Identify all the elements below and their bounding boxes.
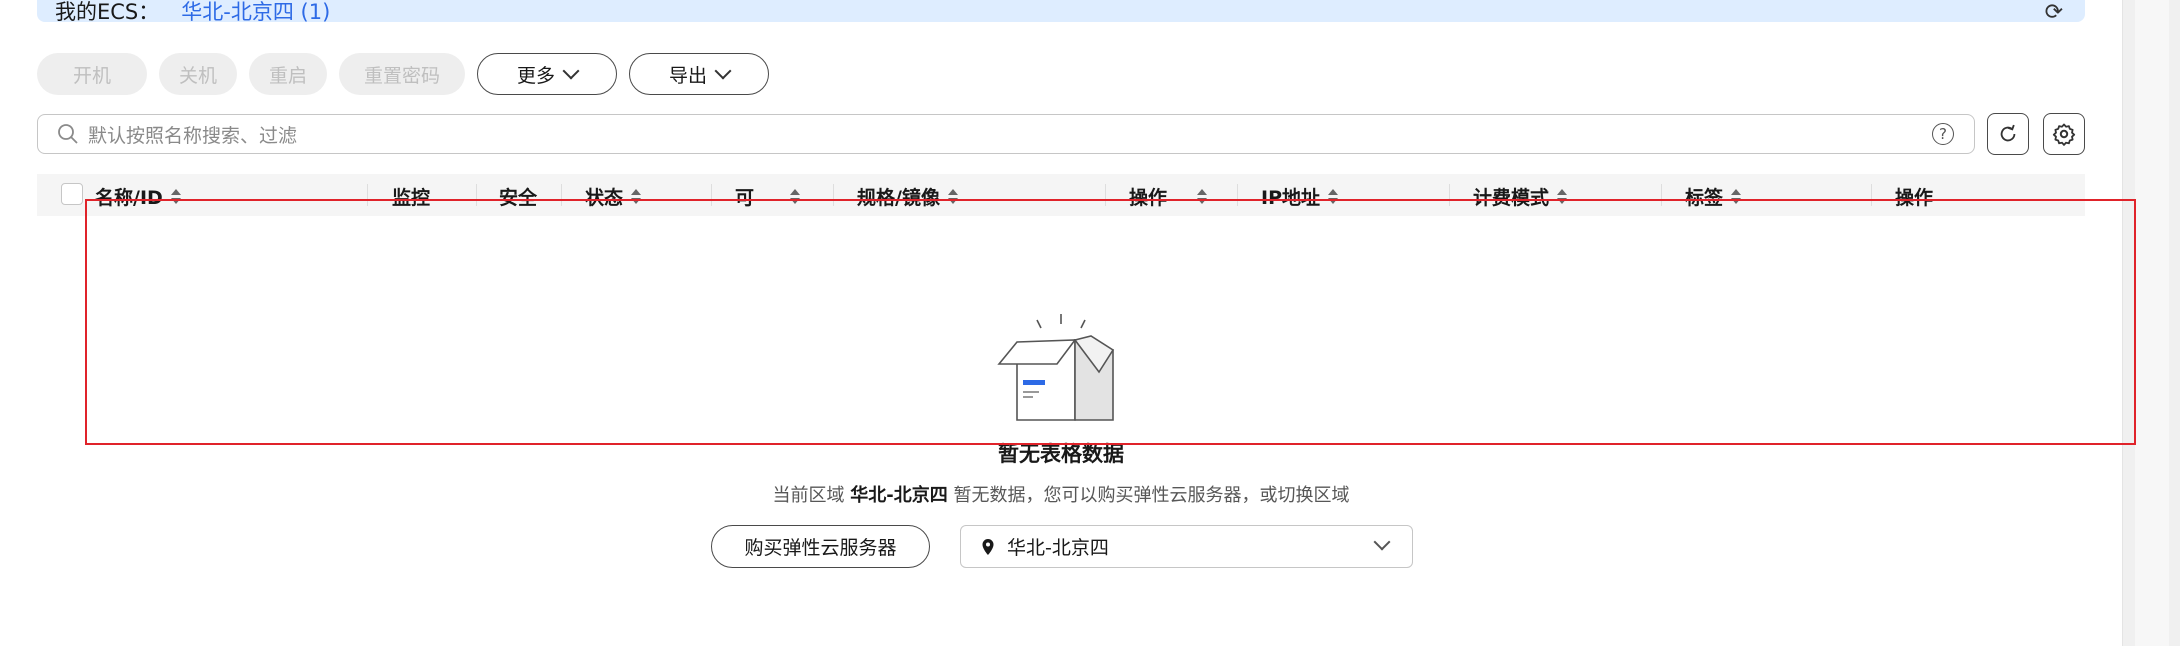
restart-label: 重启 [268,64,307,87]
more-label: 更多 [516,64,555,87]
desc-prefix: 当前区域 [772,485,845,506]
power-off-label: 关机 [178,64,217,87]
reset-password-button[interactable]: 重置密码 [339,53,465,95]
empty-state-description: 当前区域 华北-北京四 暂无数据，您可以购买弹性云服务器，或切换区域 [0,481,2122,507]
action-toolbar: 开机 关机 重启 重置密码 更多 导出 [37,53,769,95]
notice-label: 我的ECS： [55,0,160,24]
search-placeholder: 默认按照名称搜索、过滤 [88,124,298,147]
desc-region: 华北-北京四 [850,485,948,506]
export-label: 导出 [668,64,707,87]
refresh-icon[interactable]: ⟳ [2045,0,2063,25]
restart-button[interactable]: 重启 [249,53,327,95]
power-off-button[interactable]: 关机 [159,53,237,95]
notice-region-link[interactable]: 华北-北京四 (1) [181,0,330,26]
power-on-button[interactable]: 开机 [37,53,147,95]
location-pin-icon [982,538,994,555]
region-select[interactable]: 华北-北京四 [960,525,1413,568]
settings-button[interactable] [2043,113,2085,155]
refresh-icon [2000,124,2016,142]
search-input[interactable]: 默认按照名称搜索、过滤 ? [37,114,1975,154]
export-dropdown-button[interactable]: 导出 [629,53,769,95]
buy-ecs-label: 购买弹性云服务器 [744,537,897,559]
desc-suffix: 暂无数据，您可以购买弹性云服务器，或切换区域 [953,485,1350,506]
power-on-label: 开机 [72,64,111,87]
chevron-down-icon [714,62,732,80]
search-icon [58,124,78,144]
region-select-value: 华北-北京四 [1007,537,1109,559]
buy-ecs-button[interactable]: 购买弹性云服务器 [711,525,930,568]
select-all-checkbox[interactable] [61,183,83,205]
my-ecs-notice: 我的ECS： 华北-北京四 (1) ⟳ [37,0,2085,25]
more-dropdown-button[interactable]: 更多 [477,53,617,95]
refresh-list-button[interactable] [1987,113,2029,155]
chevron-down-icon [1373,533,1391,551]
chevron-down-icon [562,62,580,80]
scrollbar-thumb[interactable] [2135,0,2169,646]
highlight-annotation-box [85,199,2136,445]
gear-icon [2052,123,2076,146]
reset-password-label: 重置密码 [363,64,440,87]
help-icon[interactable]: ? [1932,123,1954,145]
